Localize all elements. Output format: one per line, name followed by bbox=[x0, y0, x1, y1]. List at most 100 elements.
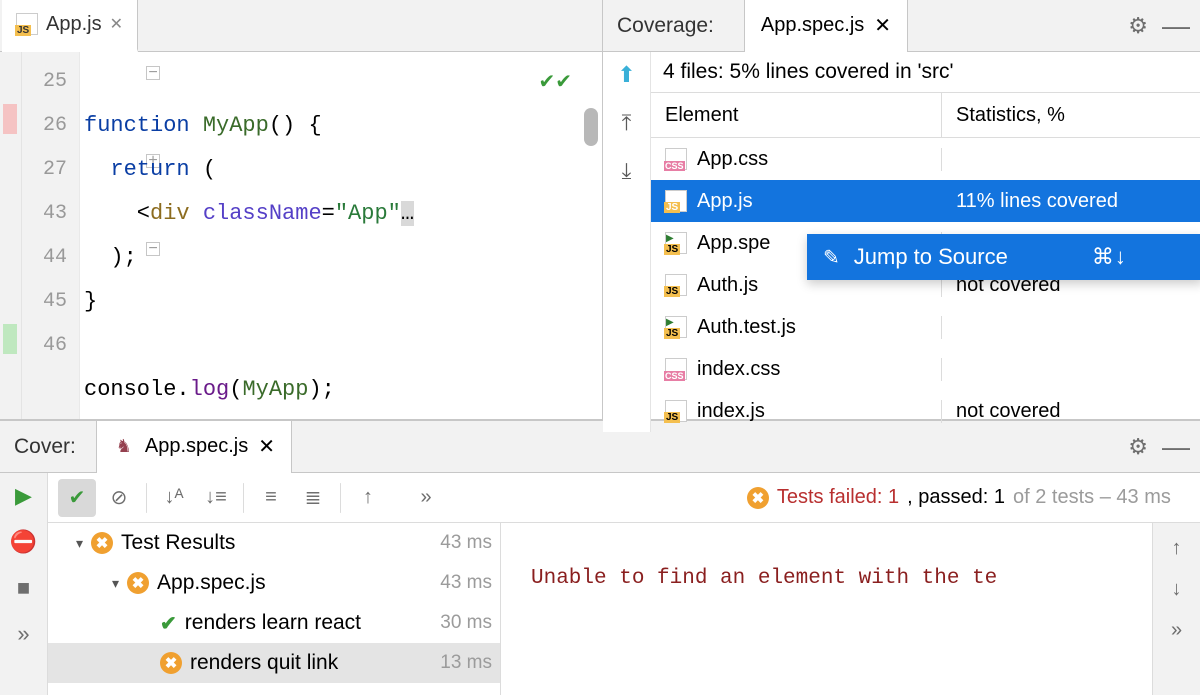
js-file-icon bbox=[16, 13, 38, 35]
rerun-icon[interactable]: ▶ bbox=[15, 483, 32, 509]
coverage-rows: App.css App.js 11% lines covered App.spe Aut… bbox=[651, 138, 1200, 432]
coverage-file-name: index.css bbox=[697, 358, 780, 381]
coverage-row[interactable]: App.css bbox=[651, 138, 1200, 180]
coverage-row[interactable]: Auth.test.js bbox=[651, 306, 1200, 348]
coverage-file-name: Auth.js bbox=[697, 274, 758, 297]
covered-mark bbox=[3, 324, 17, 354]
flatten-packages-icon[interactable]: ⤒ bbox=[622, 110, 632, 136]
top-split: App.js ✕ 25 26 27 43 44 45 46 − bbox=[0, 0, 1200, 420]
minimize-icon[interactable]: — bbox=[1162, 442, 1190, 452]
more-icon[interactable]: » bbox=[17, 621, 29, 647]
more-icon[interactable]: » bbox=[1171, 619, 1182, 642]
fail-icon: ✖ bbox=[747, 487, 769, 509]
show-ignored-toggle[interactable]: ⊘ bbox=[100, 479, 138, 517]
coverage-stat: not covered bbox=[942, 400, 1200, 423]
run-title: Cover: bbox=[14, 435, 76, 459]
test-file-icon bbox=[665, 232, 687, 254]
coverage-row[interactable]: index.jsnot covered bbox=[651, 390, 1200, 432]
coverage-file-name: Auth.test.js bbox=[697, 316, 796, 339]
fail-icon: ✖ bbox=[160, 652, 182, 674]
context-menu-label: Jump to Source bbox=[854, 244, 1008, 270]
ide-window: App.js ✕ 25 26 27 43 44 45 46 − bbox=[0, 0, 1200, 695]
context-menu[interactable]: ✎ Jump to Source ⌘↓ bbox=[807, 234, 1200, 280]
editor-tab-appjs[interactable]: App.js ✕ bbox=[2, 0, 138, 52]
code-editor[interactable]: 25 26 27 43 44 45 46 − + − function MyAp… bbox=[0, 52, 602, 419]
chevron-down-icon[interactable]: ▾ bbox=[112, 575, 119, 592]
show-passed-toggle[interactable]: ✔ bbox=[58, 479, 96, 517]
tests-failed-text: Tests failed: 1 bbox=[777, 486, 899, 509]
js-file-icon bbox=[665, 190, 687, 212]
tree-suite[interactable]: ▾ ✖ App.spec.js 43 ms bbox=[48, 563, 500, 603]
js-file-icon bbox=[665, 274, 687, 296]
col-statistics[interactable]: Statistics, % bbox=[942, 93, 1200, 137]
scroll-up-icon[interactable]: ↑ bbox=[1172, 537, 1182, 560]
editor-tabbar: App.js ✕ bbox=[0, 0, 602, 52]
tree-test-pass-duration: 30 ms bbox=[440, 612, 492, 634]
tests-passed-text: , passed: 1 bbox=[907, 486, 1005, 509]
run-body: ▶ ⛔ ■ » ✔ ⊘ ↓ᴬ ↓≡ ≡ ≣ ↑ » bbox=[0, 473, 1200, 695]
line-number: 46 bbox=[22, 324, 67, 368]
coverage-row[interactable]: index.css bbox=[651, 348, 1200, 390]
col-element[interactable]: Element bbox=[651, 93, 942, 137]
run-config-label: App.spec.js bbox=[145, 435, 248, 458]
more-button[interactable]: » bbox=[407, 479, 445, 517]
line-number: 27 bbox=[22, 148, 67, 192]
prev-failed-button[interactable]: ↑ bbox=[349, 479, 387, 517]
collapse-all-button[interactable]: ≣ bbox=[294, 479, 332, 517]
coverage-pane: Coverage: App.spec.js ✕ ⚙ — ⬆ ⤒ ⤓ 4 file… bbox=[603, 0, 1200, 419]
editor-tab-label: App.js bbox=[46, 13, 102, 36]
tree-test-pass-label: renders learn react bbox=[185, 611, 361, 635]
coverage-tab-label: App.spec.js bbox=[761, 14, 864, 37]
coverage-gutter bbox=[0, 52, 22, 419]
tree-test-fail-label: renders quit link bbox=[190, 651, 338, 675]
tree-test-fail-duration: 13 ms bbox=[440, 652, 492, 674]
sort-duration-button[interactable]: ↓≡ bbox=[197, 479, 235, 517]
expand-all-button[interactable]: ≡ bbox=[252, 479, 290, 517]
tree-root[interactable]: ▾ ✖ Test Results 43 ms bbox=[48, 523, 500, 563]
chevron-down-icon[interactable]: ▾ bbox=[76, 535, 83, 552]
line-number: 45 bbox=[22, 280, 67, 324]
coverage-file-name: App.spe bbox=[697, 232, 770, 255]
run-tool-window: Cover: ♞ App.spec.js ✕ ⚙ — ▶ ⛔ ■ » ✔ ⊘ bbox=[0, 420, 1200, 695]
line-number: 43 bbox=[22, 192, 67, 236]
run-config-tab[interactable]: ♞ App.spec.js ✕ bbox=[96, 421, 292, 473]
coverage-title: Coverage: bbox=[617, 14, 714, 38]
gear-icon[interactable]: ⚙ bbox=[1128, 13, 1148, 39]
stop-icon[interactable]: ■ bbox=[17, 575, 30, 601]
css-file-icon bbox=[665, 148, 687, 170]
sort-alpha-button[interactable]: ↓ᴬ bbox=[155, 479, 193, 517]
gear-icon[interactable]: ⚙ bbox=[1128, 434, 1148, 460]
coverage-table-header: Element Statistics, % bbox=[651, 92, 1200, 138]
coverage-file-name: App.css bbox=[697, 148, 768, 171]
coverage-summary: 4 files: 5% lines covered in 'src' bbox=[651, 52, 1200, 92]
uncovered-mark bbox=[3, 104, 17, 134]
coverage-row[interactable]: App.js 11% lines covered bbox=[651, 180, 1200, 222]
test-tree[interactable]: ▾ ✖ Test Results 43 ms ▾ ✖ App.spec.js 4… bbox=[48, 523, 501, 695]
tree-suite-label: App.spec.js bbox=[157, 571, 266, 595]
minimize-icon[interactable]: — bbox=[1162, 21, 1190, 31]
rerun-failed-icon[interactable]: ⛔ bbox=[10, 529, 37, 555]
tree-suite-duration: 43 ms bbox=[440, 572, 492, 594]
coverage-header: Coverage: App.spec.js ✕ ⚙ — bbox=[603, 0, 1200, 52]
problems-ok-icon[interactable]: ✔✔ bbox=[538, 62, 572, 106]
tree-root-duration: 43 ms bbox=[440, 532, 492, 554]
scrollbar-thumb[interactable] bbox=[584, 108, 598, 146]
coverage-tab[interactable]: App.spec.js ✕ bbox=[744, 0, 908, 52]
line-number: 26 bbox=[22, 104, 67, 148]
close-icon[interactable]: ✕ bbox=[874, 13, 891, 38]
output-toolbar: ↑ ↓ » bbox=[1152, 523, 1200, 695]
coverage-file-name: App.js bbox=[697, 190, 753, 213]
test-toolbar: ✔ ⊘ ↓ᴬ ↓≡ ≡ ≣ ↑ » ✖ Tests failed: 1 , pas… bbox=[48, 473, 1200, 523]
scroll-down-icon[interactable]: ↓ bbox=[1172, 578, 1182, 601]
coverage-stat: 11% lines covered bbox=[942, 190, 1200, 213]
tests-of-text: of 2 tests – 43 ms bbox=[1013, 486, 1171, 509]
expand-all-icon[interactable]: ⤓ bbox=[622, 158, 632, 184]
code-area[interactable]: function MyApp() { return ( <div classNa… bbox=[80, 52, 602, 419]
navigate-up-icon[interactable]: ⬆ bbox=[617, 62, 635, 88]
close-icon[interactable]: ✕ bbox=[110, 14, 123, 34]
tree-test-fail[interactable]: ✖ renders quit link 13 ms bbox=[48, 643, 500, 683]
test-body: ▾ ✖ Test Results 43 ms ▾ ✖ App.spec.js 4… bbox=[48, 523, 1200, 695]
test-output[interactable]: Unable to find an element with the te bbox=[501, 523, 1152, 695]
tree-test-pass[interactable]: ✔ renders learn react 30 ms bbox=[48, 603, 500, 643]
close-icon[interactable]: ✕ bbox=[258, 434, 275, 459]
